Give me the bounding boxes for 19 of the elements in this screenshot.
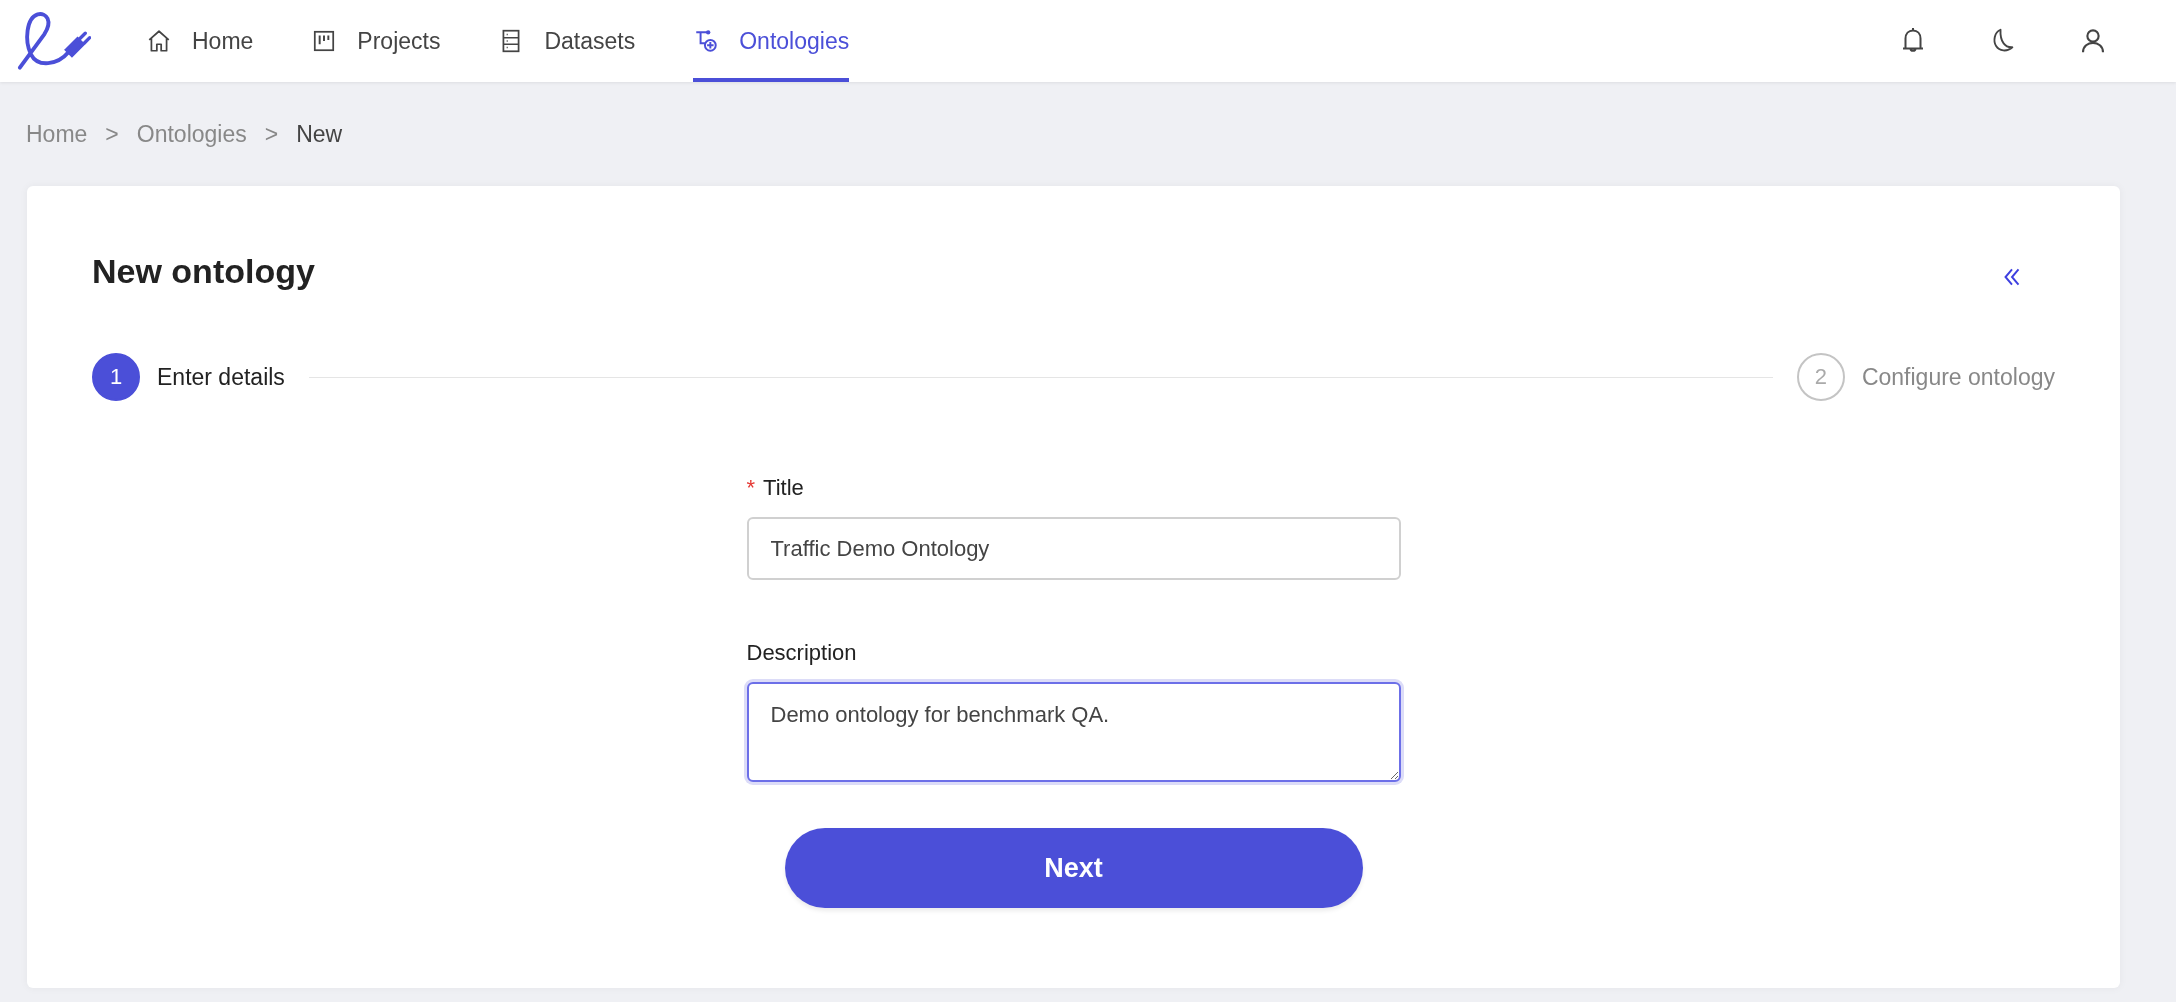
required-asterisk: *: [746, 475, 756, 501]
page-title: New ontology: [92, 252, 315, 291]
description-field[interactable]: Demo ontology for benchmark QA.: [746, 682, 1401, 782]
nav-tab[interactable]: Datasets: [498, 0, 636, 82]
nav-tab[interactable]: Projects: [311, 0, 441, 82]
field-label: Title: [763, 475, 804, 501]
nav-tab[interactable]: Ontologies: [693, 0, 850, 82]
step-label: Configure ontology: [1861, 363, 2055, 391]
step-number: 1: [92, 353, 140, 401]
tree-plus-icon: [693, 28, 720, 54]
nav-tab[interactable]: Home: [146, 0, 254, 82]
breadcrumb-separator: >: [105, 120, 119, 148]
home-icon: [146, 28, 172, 54]
field-label: Description: [746, 640, 857, 666]
step-label: Enter details: [157, 363, 285, 391]
title-field[interactable]: Traffic Demo Ontology: [746, 517, 1401, 580]
step-number: 2: [1796, 353, 1845, 401]
breadcrumb-separator: >: [264, 120, 279, 148]
next-button[interactable]: Next: [784, 828, 1363, 908]
